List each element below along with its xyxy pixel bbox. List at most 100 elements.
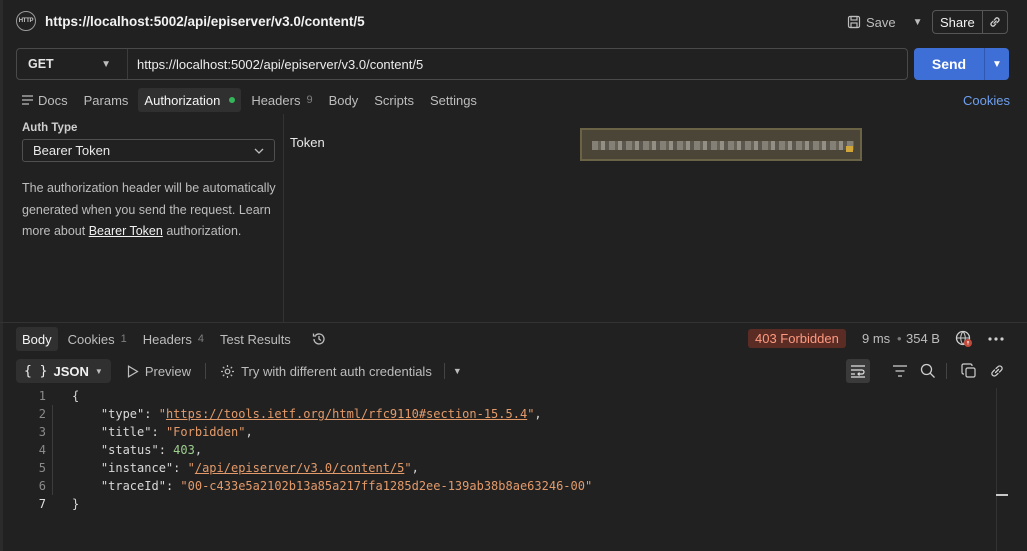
token-label: Token [290, 135, 325, 150]
json-instance-value[interactable]: /api/episerver/v3.0/content/5 [195, 461, 405, 475]
response-size[interactable]: 354 B [906, 331, 940, 346]
tab-test-results[interactable]: Test Results [214, 327, 297, 351]
try-different-auth-button[interactable]: Try with different auth credentials [220, 359, 432, 383]
code-text: } [72, 497, 80, 511]
line-number: 1 [38, 389, 46, 403]
line-number: 5 [38, 461, 46, 475]
chevron-down-icon: ▼ [101, 58, 111, 70]
tab-response-headers[interactable]: Headers 4 [137, 327, 210, 351]
scrollbar-thumb[interactable] [996, 494, 1008, 496]
copy-icon[interactable] [957, 359, 981, 383]
active-indicator-dot [229, 97, 236, 103]
auth-desc-text-end: authorization. [162, 224, 242, 238]
save-options-chevron-icon[interactable]: ▼ [913, 17, 923, 28]
tab-docs[interactable]: Docs [16, 88, 74, 112]
code-line: 5 "instance": "/api/episerver/v3.0/conte… [16, 459, 996, 477]
chevron-down-icon [254, 148, 264, 154]
code-scrollbar[interactable] [996, 388, 1008, 551]
tab-label: Headers [142, 331, 192, 347]
code-text: "type": "https://tools.ietf.org/html/rfc… [100, 407, 542, 421]
code-gutter [52, 441, 72, 459]
method-value: GET [28, 57, 54, 71]
tab-label: Authorization [144, 92, 221, 108]
code-text: "status": 403, [100, 443, 203, 457]
code-text: "traceId": "00-c433e5a2102b13a85a217ffa1… [100, 479, 593, 493]
response-body-code[interactable]: 1{ 2 "type": "https://tools.ietf.org/htm… [16, 387, 996, 513]
docs-icon [22, 95, 33, 105]
tab-label: Body [22, 331, 52, 347]
tab-label: Docs [38, 92, 68, 108]
toolbar-separator [946, 363, 947, 379]
headers-count: 9 [306, 94, 313, 106]
save-icon [847, 15, 861, 29]
filter-icon[interactable] [888, 359, 912, 383]
code-line: 7} [16, 495, 996, 513]
code-gutter [52, 405, 72, 423]
status-badge[interactable]: 403 Forbidden [748, 329, 846, 348]
bearer-token-link[interactable]: Bearer Token [89, 224, 163, 238]
response-headers-count: 4 [197, 333, 204, 345]
method-select[interactable]: GET ▼ [17, 49, 128, 79]
tab-label: Headers [251, 92, 301, 108]
network-globe-icon[interactable] [955, 330, 973, 348]
tab-label: Scripts [374, 92, 414, 108]
link-icon[interactable] [985, 359, 1009, 383]
toolbar-separator [205, 363, 207, 379]
code-gutter [52, 459, 72, 477]
code-line: 4 "status": 403, [16, 441, 996, 459]
json-status-value: 403 [173, 443, 195, 457]
braces-icon: { } [24, 363, 48, 379]
code-line: 1{ [16, 387, 996, 405]
tab-headers[interactable]: Headers 9 [245, 88, 318, 112]
wrap-lines-icon[interactable] [846, 359, 870, 383]
tab-scripts[interactable]: Scripts [368, 88, 420, 112]
line-number: 2 [38, 407, 46, 421]
tab-body[interactable]: Body [323, 88, 365, 112]
json-traceid-value: 00-c433e5a2102b13a85a217ffa1285d2ee-139a… [187, 479, 585, 493]
tab-params[interactable]: Params [78, 88, 135, 112]
preview-label: Preview [144, 363, 192, 379]
more-options-icon[interactable] [984, 331, 1008, 347]
auth-type-value: Bearer Token [33, 143, 111, 158]
history-icon[interactable] [307, 327, 331, 351]
line-number: 3 [38, 425, 46, 439]
tab-settings[interactable]: Settings [424, 88, 483, 112]
cookies-link[interactable]: Cookies [963, 93, 1010, 108]
response-tabs: Body Cookies 1 Headers 4 Test Results [16, 327, 331, 351]
url-input[interactable] [128, 49, 907, 79]
code-line: 6 "traceId": "00-c433e5a2102b13a85a217ff… [16, 477, 996, 495]
auth-type-select[interactable]: Bearer Token [22, 139, 275, 162]
send-options-chevron-icon[interactable]: ▼ [984, 48, 1009, 80]
copy-link-icon[interactable] [981, 11, 1007, 33]
chevron-down-icon: ▼ [94, 366, 103, 376]
try-auth-label: Try with different auth credentials [241, 363, 432, 379]
preview-button[interactable]: Preview [127, 359, 191, 383]
json-type-value[interactable]: https://tools.ietf.org/html/rfc9110#sect… [166, 407, 527, 421]
format-select[interactable]: { } JSON ▼ [16, 359, 111, 383]
tab-label: Params [83, 92, 129, 108]
token-input-redacted[interactable] [580, 128, 862, 161]
redacted-token-pixels [592, 141, 854, 150]
panel-divider[interactable] [0, 322, 1027, 323]
line-number: 4 [38, 443, 46, 457]
share-button[interactable]: Share [933, 15, 982, 30]
tab-response-cookies[interactable]: Cookies 1 [62, 327, 133, 351]
tab-label: Settings [429, 92, 477, 108]
save-button[interactable]: Save ▼ [847, 11, 923, 33]
http-icon: HTTP [16, 11, 36, 31]
tab-response-body[interactable]: Body [16, 327, 58, 351]
tab-label: Cookies [67, 331, 115, 347]
json-title-value: Forbidden [173, 425, 239, 439]
line-number: 6 [38, 479, 46, 493]
code-gutter [52, 387, 72, 405]
tab-label: Body [328, 92, 359, 108]
url-bar: GET ▼ [16, 48, 908, 80]
response-time[interactable]: 9 ms [862, 331, 890, 346]
chevron-down-icon[interactable]: ▼ [453, 366, 462, 376]
send-button[interactable]: Send [914, 56, 984, 72]
request-title[interactable]: https://localhost:5002/api/episerver/v3.… [45, 14, 365, 29]
body-toolbar: { } JSON ▼ Preview Try with different au… [16, 359, 462, 383]
tab-authorization[interactable]: Authorization [138, 88, 242, 112]
search-icon[interactable] [916, 359, 940, 383]
code-text: "title": "Forbidden", [100, 425, 253, 439]
